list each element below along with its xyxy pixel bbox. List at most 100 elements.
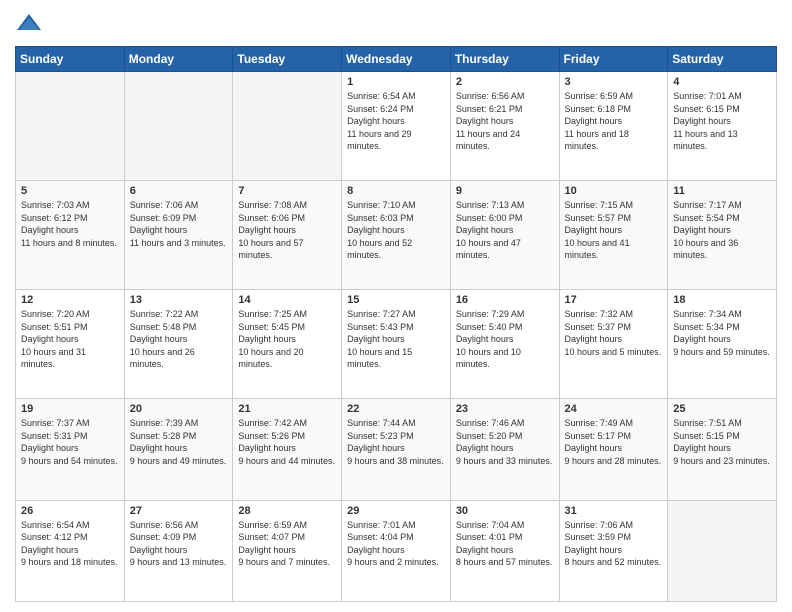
calendar-cell: 16 Sunrise: 7:29 AMSunset: 5:40 PMDayligh… xyxy=(450,290,559,399)
calendar-header-row: SundayMondayTuesdayWednesdayThursdayFrid… xyxy=(16,47,777,72)
day-number: 22 xyxy=(347,403,445,415)
day-info: Sunrise: 7:03 AMSunset: 6:12 PMDaylight … xyxy=(21,199,119,249)
calendar-cell: 2 Sunrise: 6:56 AMSunset: 6:21 PMDaylight… xyxy=(450,72,559,181)
calendar-week-row: 26Sunrise: 6:54 AMSunset: 4:12 PMDayligh… xyxy=(16,500,777,602)
calendar-cell xyxy=(668,500,777,602)
day-info: Sunrise: 7:01 AMSunset: 4:04 PMDaylight … xyxy=(347,519,445,569)
calendar-cell: 24 Sunrise: 7:49 AMSunset: 5:17 PMDayligh… xyxy=(559,399,668,500)
day-info: Sunrise: 6:59 AMSunset: 4:07 PMDaylight … xyxy=(238,519,336,569)
calendar-cell: 19Sunrise: 7:37 AMSunset: 5:31 PMDayligh… xyxy=(16,399,125,500)
day-number: 14 xyxy=(238,294,336,306)
day-info: Sunrise: 7:25 AMSunset: 5:45 PMDaylight … xyxy=(238,308,336,371)
calendar-cell: 29 Sunrise: 7:01 AMSunset: 4:04 PMDayligh… xyxy=(342,500,451,602)
day-number: 16 xyxy=(456,294,554,306)
calendar-cell: 9Sunrise: 7:13 AMSunset: 6:00 PMDaylight… xyxy=(450,181,559,290)
day-number: 24 xyxy=(565,403,663,415)
calendar-cell: 30 Sunrise: 7:04 AMSunset: 4:01 PMDayligh… xyxy=(450,500,559,602)
day-number: 28 xyxy=(238,505,336,517)
calendar-cell: 18 Sunrise: 7:34 AMSunset: 5:34 PMDayligh… xyxy=(668,290,777,399)
calendar-cell: 20 Sunrise: 7:39 AMSunset: 5:28 PMDayligh… xyxy=(124,399,233,500)
day-info: Sunrise: 7:08 AMSunset: 6:06 PMDaylight … xyxy=(238,199,336,262)
day-info: Sunrise: 7:29 AMSunset: 5:40 PMDaylight … xyxy=(456,308,554,371)
day-info: Sunrise: 7:22 AMSunset: 5:48 PMDaylight … xyxy=(130,308,228,371)
day-info: Sunrise: 7:42 AMSunset: 5:26 PMDaylight … xyxy=(238,417,336,467)
day-info: Sunrise: 7:37 AMSunset: 5:31 PMDaylight … xyxy=(21,417,119,467)
day-number: 25 xyxy=(673,403,771,415)
calendar-cell xyxy=(124,72,233,181)
day-info: Sunrise: 7:49 AMSunset: 5:17 PMDaylight … xyxy=(565,417,663,467)
calendar-cell xyxy=(233,72,342,181)
day-info: Sunrise: 7:15 AMSunset: 5:57 PMDaylight … xyxy=(565,199,663,262)
calendar-cell: 15Sunrise: 7:27 AMSunset: 5:43 PMDayligh… xyxy=(342,290,451,399)
day-number: 12 xyxy=(21,294,119,306)
calendar-cell: 21 Sunrise: 7:42 AMSunset: 5:26 PMDayligh… xyxy=(233,399,342,500)
calendar-header-monday: Monday xyxy=(124,47,233,72)
calendar-cell: 6 Sunrise: 7:06 AMSunset: 6:09 PMDaylight… xyxy=(124,181,233,290)
calendar-table: SundayMondayTuesdayWednesdayThursdayFrid… xyxy=(15,46,777,602)
calendar-cell: 13 Sunrise: 7:22 AMSunset: 5:48 PMDayligh… xyxy=(124,290,233,399)
calendar-week-row: 1 Sunrise: 6:54 AMSunset: 6:24 PMDaylight… xyxy=(16,72,777,181)
day-info: Sunrise: 6:59 AMSunset: 6:18 PMDaylight … xyxy=(565,90,663,153)
logo-icon xyxy=(15,10,43,38)
calendar-cell: 4Sunrise: 7:01 AMSunset: 6:15 PMDaylight… xyxy=(668,72,777,181)
day-info: Sunrise: 7:44 AMSunset: 5:23 PMDaylight … xyxy=(347,417,445,467)
calendar-cell xyxy=(16,72,125,181)
calendar-cell: 26Sunrise: 6:54 AMSunset: 4:12 PMDayligh… xyxy=(16,500,125,602)
day-number: 20 xyxy=(130,403,228,415)
calendar-cell: 1 Sunrise: 6:54 AMSunset: 6:24 PMDaylight… xyxy=(342,72,451,181)
calendar-cell: 3 Sunrise: 6:59 AMSunset: 6:18 PMDaylight… xyxy=(559,72,668,181)
day-number: 10 xyxy=(565,185,663,197)
calendar-header-saturday: Saturday xyxy=(668,47,777,72)
day-number: 9 xyxy=(456,185,554,197)
calendar-cell: 22 Sunrise: 7:44 AMSunset: 5:23 PMDayligh… xyxy=(342,399,451,500)
day-info: Sunrise: 6:56 AMSunset: 6:21 PMDaylight … xyxy=(456,90,554,153)
day-number: 31 xyxy=(565,505,663,517)
day-number: 30 xyxy=(456,505,554,517)
day-info: Sunrise: 6:56 AMSunset: 4:09 PMDaylight … xyxy=(130,519,228,569)
day-number: 5 xyxy=(21,185,119,197)
calendar-cell: 7 Sunrise: 7:08 AMSunset: 6:06 PMDaylight… xyxy=(233,181,342,290)
day-number: 23 xyxy=(456,403,554,415)
day-number: 3 xyxy=(565,76,663,88)
day-info: Sunrise: 7:32 AMSunset: 5:37 PMDaylight … xyxy=(565,308,663,358)
calendar-header-sunday: Sunday xyxy=(16,47,125,72)
calendar-cell: 5 Sunrise: 7:03 AMSunset: 6:12 PMDaylight… xyxy=(16,181,125,290)
calendar-cell: 28 Sunrise: 6:59 AMSunset: 4:07 PMDayligh… xyxy=(233,500,342,602)
calendar-week-row: 19Sunrise: 7:37 AMSunset: 5:31 PMDayligh… xyxy=(16,399,777,500)
calendar-cell: 31Sunrise: 7:06 AMSunset: 3:59 PMDayligh… xyxy=(559,500,668,602)
day-info: Sunrise: 7:20 AMSunset: 5:51 PMDaylight … xyxy=(21,308,119,371)
day-number: 2 xyxy=(456,76,554,88)
day-info: Sunrise: 7:10 AMSunset: 6:03 PMDaylight … xyxy=(347,199,445,262)
calendar-cell: 25 Sunrise: 7:51 AMSunset: 5:15 PMDayligh… xyxy=(668,399,777,500)
day-info: Sunrise: 7:04 AMSunset: 4:01 PMDaylight … xyxy=(456,519,554,569)
day-number: 21 xyxy=(238,403,336,415)
calendar-week-row: 5 Sunrise: 7:03 AMSunset: 6:12 PMDaylight… xyxy=(16,181,777,290)
page: SundayMondayTuesdayWednesdayThursdayFrid… xyxy=(0,0,792,612)
day-info: Sunrise: 6:54 AMSunset: 6:24 PMDaylight … xyxy=(347,90,445,153)
day-info: Sunrise: 7:01 AMSunset: 6:15 PMDaylight … xyxy=(673,90,771,153)
day-number: 17 xyxy=(565,294,663,306)
header xyxy=(15,10,777,38)
day-info: Sunrise: 7:39 AMSunset: 5:28 PMDaylight … xyxy=(130,417,228,467)
calendar-cell: 23Sunrise: 7:46 AMSunset: 5:20 PMDayligh… xyxy=(450,399,559,500)
day-number: 13 xyxy=(130,294,228,306)
calendar-header-tuesday: Tuesday xyxy=(233,47,342,72)
day-number: 27 xyxy=(130,505,228,517)
calendar-cell: 12 Sunrise: 7:20 AMSunset: 5:51 PMDayligh… xyxy=(16,290,125,399)
calendar-cell: 11Sunrise: 7:17 AMSunset: 5:54 PMDayligh… xyxy=(668,181,777,290)
calendar-cell: 8 Sunrise: 7:10 AMSunset: 6:03 PMDaylight… xyxy=(342,181,451,290)
day-number: 8 xyxy=(347,185,445,197)
logo xyxy=(15,10,47,38)
day-number: 29 xyxy=(347,505,445,517)
day-info: Sunrise: 7:06 AMSunset: 6:09 PMDaylight … xyxy=(130,199,228,249)
day-info: Sunrise: 6:54 AMSunset: 4:12 PMDaylight … xyxy=(21,519,119,569)
day-info: Sunrise: 7:51 AMSunset: 5:15 PMDaylight … xyxy=(673,417,771,467)
day-number: 15 xyxy=(347,294,445,306)
day-number: 18 xyxy=(673,294,771,306)
day-number: 6 xyxy=(130,185,228,197)
day-number: 11 xyxy=(673,185,771,197)
day-info: Sunrise: 7:34 AMSunset: 5:34 PMDaylight … xyxy=(673,308,771,358)
calendar-cell: 10 Sunrise: 7:15 AMSunset: 5:57 PMDayligh… xyxy=(559,181,668,290)
day-number: 1 xyxy=(347,76,445,88)
day-number: 7 xyxy=(238,185,336,197)
